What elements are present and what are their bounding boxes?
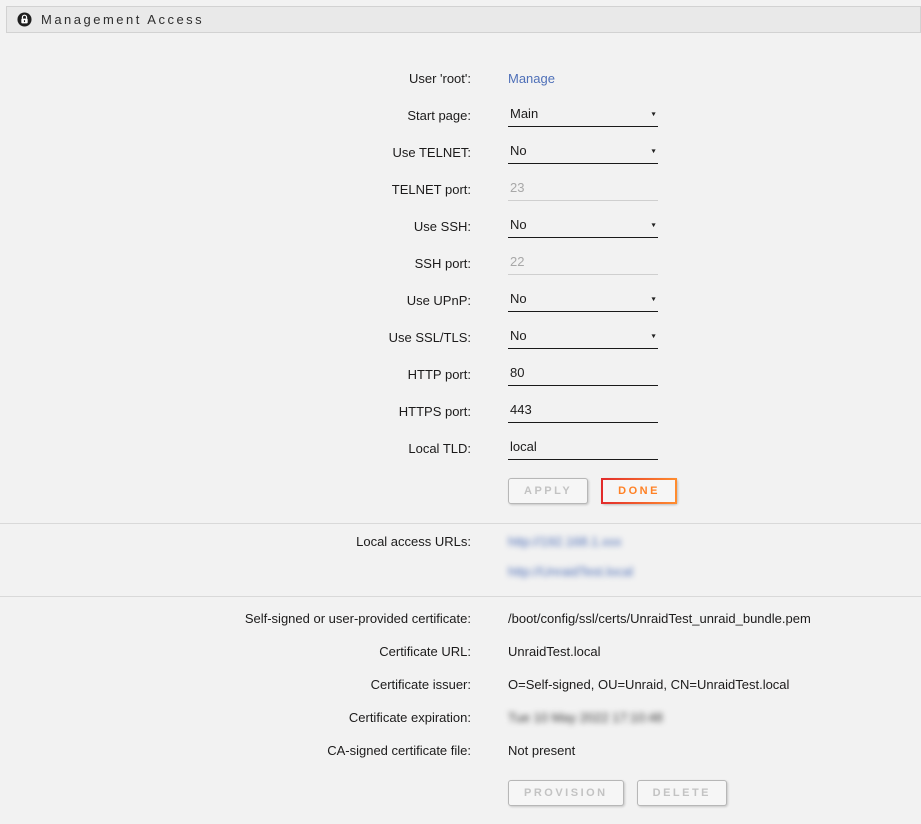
form-row-use-ssl: Use SSL/TLS: No ▼	[0, 319, 921, 356]
form-buttons: APPLY DONE	[508, 478, 921, 504]
field-label: User 'root':	[0, 71, 471, 86]
form-row-use-upnp: Use UPnP: No ▼	[0, 282, 921, 319]
local-tld-input[interactable]	[508, 438, 658, 460]
certificate-buttons: PROVISION DELETE	[508, 780, 921, 806]
field-label: Use SSL/TLS:	[0, 330, 471, 345]
local-access-section: Local access URLs: http://192.168.1.xxx …	[0, 524, 921, 596]
apply-button[interactable]: APPLY	[508, 478, 588, 504]
local-access-url-1[interactable]: http://192.168.1.xxx	[508, 534, 633, 549]
ca-cert-status: Not present	[508, 743, 575, 758]
cert-issuer-value: O=Self-signed, OU=Unraid, CN=UnraidTest.…	[508, 677, 789, 692]
page-title: Management Access	[41, 12, 204, 27]
form-row-start-page: Start page: Main ▼	[0, 97, 921, 134]
cert-expiration-value: Tue 10 May 2022 17:10:48	[508, 710, 663, 725]
field-label: HTTPS port:	[0, 404, 471, 419]
chevron-down-icon: ▼	[650, 148, 657, 154]
use-ssl-select[interactable]: No ▼	[508, 327, 658, 349]
field-label: Start page:	[0, 108, 471, 123]
cert-row-bundle: Self-signed or user-provided certificate…	[0, 602, 921, 635]
page-header: Management Access	[6, 6, 921, 33]
lock-circle-icon	[17, 12, 32, 27]
field-label: Certificate URL:	[0, 644, 471, 659]
cert-bundle-path: /boot/config/ssl/certs/UnraidTest_unraid…	[508, 611, 811, 626]
field-label: Self-signed or user-provided certificate…	[0, 611, 471, 626]
field-label: Use UPnP:	[0, 293, 471, 308]
field-label: Use SSH:	[0, 219, 471, 234]
cert-row-issuer: Certificate issuer: O=Self-signed, OU=Un…	[0, 668, 921, 701]
field-label: HTTP port:	[0, 367, 471, 382]
chevron-down-icon: ▼	[650, 222, 657, 228]
field-label: TELNET port:	[0, 182, 471, 197]
chevron-down-icon: ▼	[650, 111, 657, 117]
form-row-http-port: HTTP port:	[0, 356, 921, 393]
ssh-port-input	[508, 253, 658, 275]
certificate-section: Self-signed or user-provided certificate…	[0, 597, 921, 806]
use-telnet-select[interactable]: No ▼	[508, 142, 658, 164]
select-value: Main	[510, 106, 538, 121]
done-button[interactable]: DONE	[601, 478, 677, 504]
delete-button[interactable]: DELETE	[637, 780, 727, 806]
form-row-local-tld: Local TLD:	[0, 430, 921, 467]
select-value: No	[510, 328, 527, 343]
telnet-port-input	[508, 179, 658, 201]
provision-button[interactable]: PROVISION	[508, 780, 624, 806]
field-label: Certificate expiration:	[0, 710, 471, 725]
field-label: Local TLD:	[0, 441, 471, 456]
http-port-input[interactable]	[508, 364, 658, 386]
select-value: No	[510, 217, 527, 232]
field-label: SSH port:	[0, 256, 471, 271]
form-row-use-ssh: Use SSH: No ▼	[0, 208, 921, 245]
cert-row-url: Certificate URL: UnraidTest.local	[0, 635, 921, 668]
form-row-user-root: User 'root': Manage	[0, 60, 921, 97]
field-label: Use TELNET:	[0, 145, 471, 160]
field-label: CA-signed certificate file:	[0, 743, 471, 758]
manage-root-link[interactable]: Manage	[508, 71, 555, 86]
local-access-url-2[interactable]: http://UnraidTest.local	[508, 564, 633, 579]
form-row-telnet-port: TELNET port:	[0, 171, 921, 208]
chevron-down-icon: ▼	[650, 296, 657, 302]
chevron-down-icon: ▼	[650, 333, 657, 339]
cert-row-ca-file: CA-signed certificate file: Not present	[0, 734, 921, 767]
cert-url-value: UnraidTest.local	[508, 644, 601, 659]
field-label: Local access URLs:	[0, 534, 471, 579]
select-value: No	[510, 291, 527, 306]
use-ssh-select[interactable]: No ▼	[508, 216, 658, 238]
select-value: No	[510, 143, 527, 158]
form-row-https-port: HTTPS port:	[0, 393, 921, 430]
form-row-ssh-port: SSH port:	[0, 245, 921, 282]
field-label: Certificate issuer:	[0, 677, 471, 692]
form-row-use-telnet: Use TELNET: No ▼	[0, 134, 921, 171]
cert-row-expiration: Certificate expiration: Tue 10 May 2022 …	[0, 701, 921, 734]
https-port-input[interactable]	[508, 401, 658, 423]
start-page-select[interactable]: Main ▼	[508, 105, 658, 127]
use-upnp-select[interactable]: No ▼	[508, 290, 658, 312]
